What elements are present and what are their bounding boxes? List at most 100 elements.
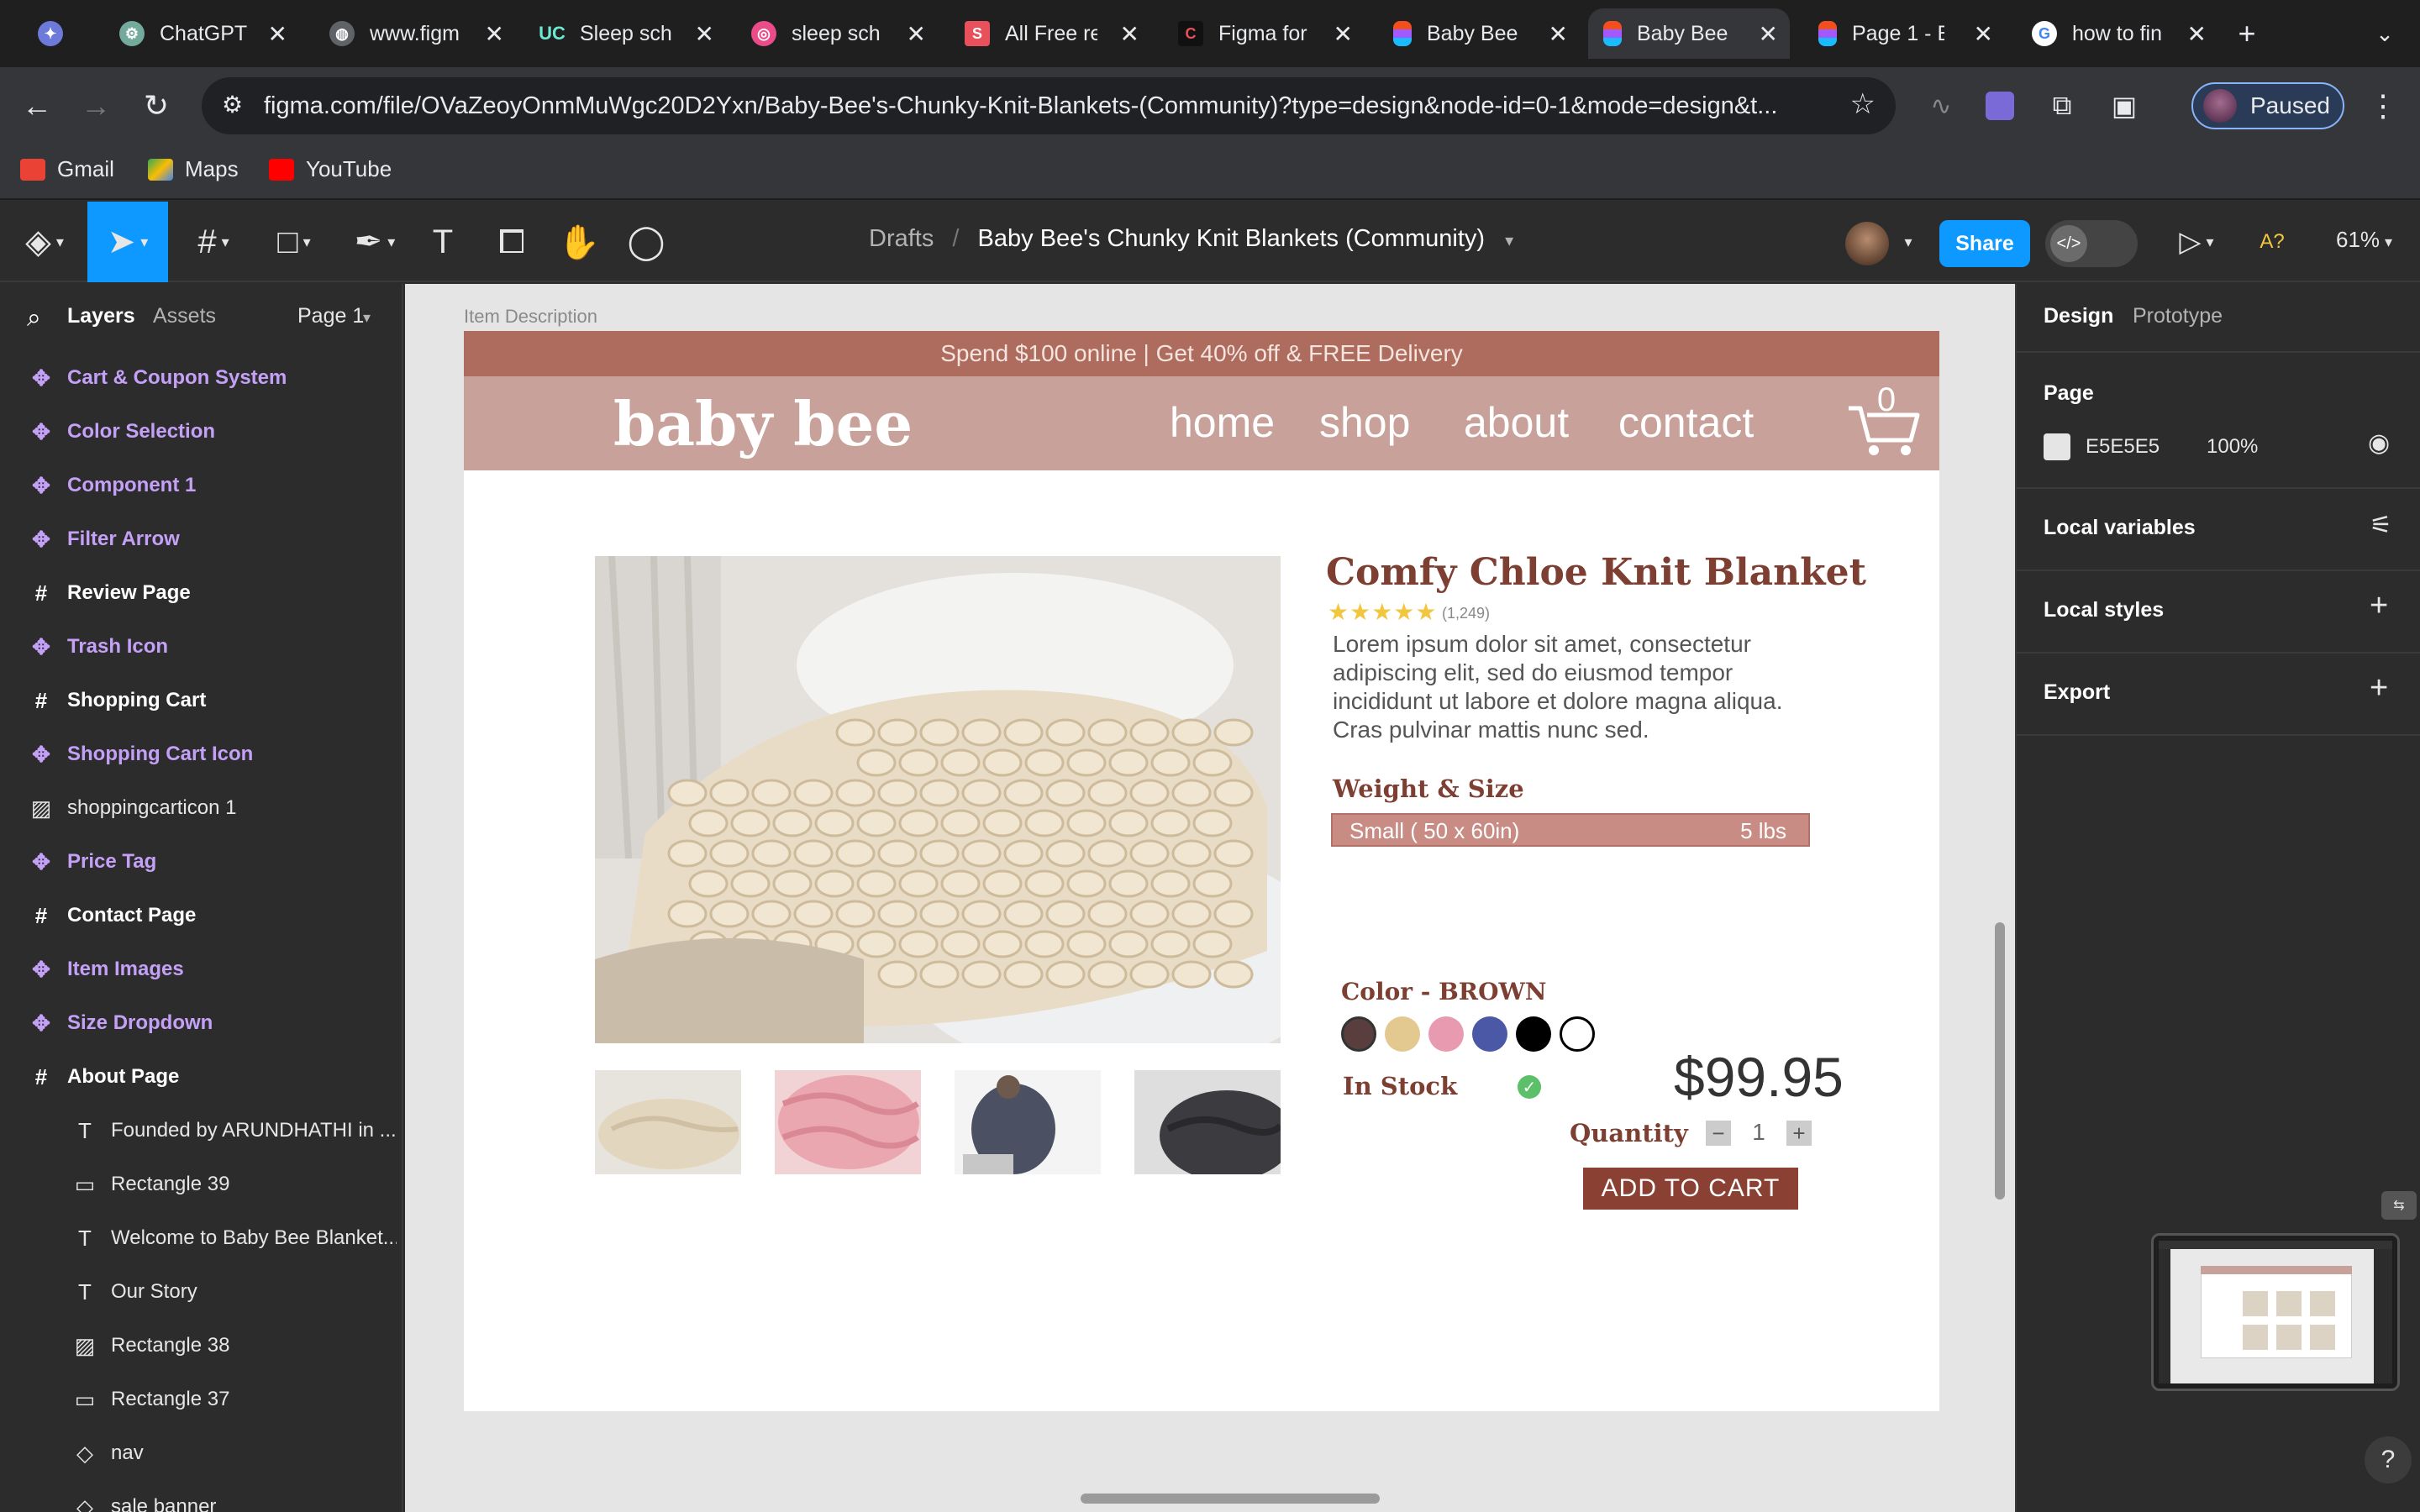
nav-home[interactable]: home xyxy=(1170,398,1275,447)
pen-tool-icon[interactable]: ✒ ▾ xyxy=(341,202,408,282)
page-color-swatch[interactable] xyxy=(2044,433,2070,460)
layer-item[interactable]: ▭ Rectangle 39 xyxy=(0,1158,402,1211)
extensions-puzzle-icon[interactable]: ⧉ xyxy=(2039,82,2086,129)
shape-tool-icon[interactable]: □ ▾ xyxy=(260,202,328,282)
thumbnail-charcoal[interactable] xyxy=(1134,1070,1281,1174)
frame-tool-icon[interactable]: # ▾ xyxy=(180,202,247,282)
close-icon[interactable]: ✕ xyxy=(1334,20,1353,48)
close-icon[interactable]: ✕ xyxy=(1974,20,1993,48)
tab-baby-bee-active[interactable]: Baby Bee ✕ xyxy=(1588,8,1790,59)
color-swatch[interactable] xyxy=(1341,1016,1376,1052)
layer-item[interactable]: ✥ Trash Icon xyxy=(0,620,402,674)
bookmark-youtube[interactable]: YouTube xyxy=(269,156,392,182)
quantity-value[interactable]: 1 xyxy=(1739,1119,1778,1146)
layer-item[interactable]: ✥ Color Selection xyxy=(0,405,402,459)
chevron-down-icon[interactable]: ▾ xyxy=(1896,202,1921,282)
tab-layers[interactable]: Layers xyxy=(67,304,135,328)
dev-mode-toggle[interactable]: </> xyxy=(2045,220,2138,267)
close-icon[interactable]: ✕ xyxy=(268,20,287,48)
frame-label[interactable]: Item Description xyxy=(464,306,597,328)
layer-item[interactable]: ✥ Price Tag xyxy=(0,835,402,889)
color-swatch[interactable] xyxy=(1428,1016,1464,1052)
layer-item[interactable]: ▭ Rectangle 37 xyxy=(0,1373,402,1426)
chevron-down-icon[interactable]: ▾ xyxy=(1505,232,1513,250)
extension-icon[interactable] xyxy=(1976,82,2023,129)
product-hero-image[interactable] xyxy=(595,556,1281,1043)
page-selector[interactable]: Page 1 xyxy=(297,304,364,328)
artboard-item-description[interactable]: Spend $100 online | Get 40% off & FREE D… xyxy=(464,331,1939,1411)
close-icon[interactable]: ✕ xyxy=(1759,20,1778,48)
add-to-cart-button[interactable]: ADD TO CART xyxy=(1583,1168,1798,1210)
quantity-minus-button[interactable]: − xyxy=(1706,1121,1731,1146)
nav-contact[interactable]: contact xyxy=(1618,398,1754,447)
tab-baby-bee-1[interactable]: Baby Bee ✕ xyxy=(1378,8,1580,59)
tab-figma-www[interactable]: ◍ www.figm ✕ xyxy=(314,8,516,59)
layer-item[interactable]: ▨ shoppingcarticon 1 xyxy=(0,781,402,835)
layer-item[interactable]: ✥ Filter Arrow xyxy=(0,512,402,566)
tab-figma-for[interactable]: C Figma for ✕ xyxy=(1163,8,1365,59)
size-dropdown[interactable]: Small ( 50 x 60in) 5 lbs xyxy=(1331,813,1810,847)
tab-dribbble[interactable]: ◎ sleep sch ✕ xyxy=(736,8,938,59)
profile-button[interactable]: Paused xyxy=(2191,82,2344,129)
hand-tool-icon[interactable]: ✋ xyxy=(558,202,600,282)
horizontal-scrollbar[interactable] xyxy=(1081,1494,1380,1504)
canvas[interactable]: Item Description Spend $100 online | Get… xyxy=(405,284,2015,1512)
layer-item[interactable]: ✥ Size Dropdown xyxy=(0,996,402,1050)
tab-chatgpt[interactable]: ⚙ ChatGPT ✕ xyxy=(104,8,299,59)
close-icon[interactable]: ✕ xyxy=(485,20,504,48)
nav-shop[interactable]: shop xyxy=(1319,398,1410,447)
tab-perplexity[interactable]: ✦ xyxy=(25,8,76,59)
chevron-down-icon[interactable]: ▾ xyxy=(363,309,371,327)
tab-design[interactable]: Design xyxy=(2044,304,2113,328)
layer-item[interactable]: ▨ Rectangle 38 xyxy=(0,1319,402,1373)
tab-google[interactable]: G how to fin ✕ xyxy=(2017,8,2218,59)
close-icon[interactable]: ✕ xyxy=(1120,20,1139,48)
layer-item[interactable]: ✥ Shopping Cart Icon xyxy=(0,727,402,781)
close-icon[interactable]: ✕ xyxy=(907,20,926,48)
avatar[interactable] xyxy=(1845,222,1889,265)
thumbnail-cream[interactable] xyxy=(595,1070,741,1174)
breadcrumb-drafts[interactable]: Drafts xyxy=(869,225,934,252)
minimap[interactable] xyxy=(2151,1233,2400,1391)
thumbnail-grey[interactable] xyxy=(955,1070,1101,1174)
text-tool-icon[interactable]: T xyxy=(422,202,464,282)
tab-prototype[interactable]: Prototype xyxy=(2133,304,2223,328)
figma-menu-icon[interactable]: ◈ ▾ xyxy=(15,202,74,282)
zoom-level[interactable]: 61% ▾ xyxy=(2336,227,2392,253)
tab-assets[interactable]: Assets xyxy=(153,304,216,328)
nav-about[interactable]: about xyxy=(1464,398,1569,447)
side-panel-icon[interactable]: ▣ xyxy=(2101,82,2148,129)
resources-icon[interactable]: ⧠ xyxy=(491,202,533,282)
layer-item[interactable]: ◇ nav xyxy=(0,1426,402,1480)
move-tool-icon[interactable]: ➤ ▾ xyxy=(87,202,168,282)
sliders-icon[interactable]: ⚟ xyxy=(2370,511,2392,540)
close-icon[interactable]: ✕ xyxy=(695,20,714,48)
layer-item[interactable]: # Review Page xyxy=(0,566,402,620)
color-swatch[interactable] xyxy=(1560,1016,1595,1052)
color-swatch[interactable] xyxy=(1472,1016,1507,1052)
close-icon[interactable]: ✕ xyxy=(1549,20,1568,48)
local-variables-heading[interactable]: Local variables xyxy=(2044,516,2196,540)
site-info-icon[interactable]: ⚙ xyxy=(222,91,243,118)
activity-icon[interactable]: ∿ xyxy=(1918,82,1965,129)
color-swatch[interactable] xyxy=(1385,1016,1420,1052)
close-icon[interactable]: ✕ xyxy=(2187,20,2207,48)
layer-item[interactable]: # About Page xyxy=(0,1050,402,1104)
vertical-scrollbar[interactable] xyxy=(1995,922,2005,1200)
share-button[interactable]: Share xyxy=(1939,220,2030,267)
reload-icon[interactable]: ↻ xyxy=(133,82,180,129)
layer-item[interactable]: T Our Story xyxy=(0,1265,402,1319)
layer-item[interactable]: ✥ Cart & Coupon System xyxy=(0,351,402,405)
comment-tool-icon[interactable]: ◯ xyxy=(625,202,667,282)
file-name[interactable]: Baby Bee's Chunky Knit Blankets (Communi… xyxy=(978,225,1486,252)
tab-search-chevron-icon[interactable]: ⌄ xyxy=(2361,10,2408,57)
minimap-toggle-icon[interactable]: ⇆ xyxy=(2381,1191,2417,1220)
omnibox[interactable]: ⚙ figma.com/file/OVaZeoyOnmMuWgc20D2Yxn/… xyxy=(202,77,1896,134)
search-icon[interactable]: ⌕ xyxy=(27,304,41,333)
new-tab-icon[interactable]: + xyxy=(2223,10,2270,57)
layer-item[interactable]: ◇ sale banner xyxy=(0,1480,402,1512)
menu-kebab-icon[interactable]: ⋮ xyxy=(2360,82,2407,129)
page-opacity[interactable]: 100% xyxy=(2207,435,2258,459)
add-export-icon[interactable]: + xyxy=(2370,670,2388,706)
add-style-icon[interactable]: + xyxy=(2370,588,2388,624)
